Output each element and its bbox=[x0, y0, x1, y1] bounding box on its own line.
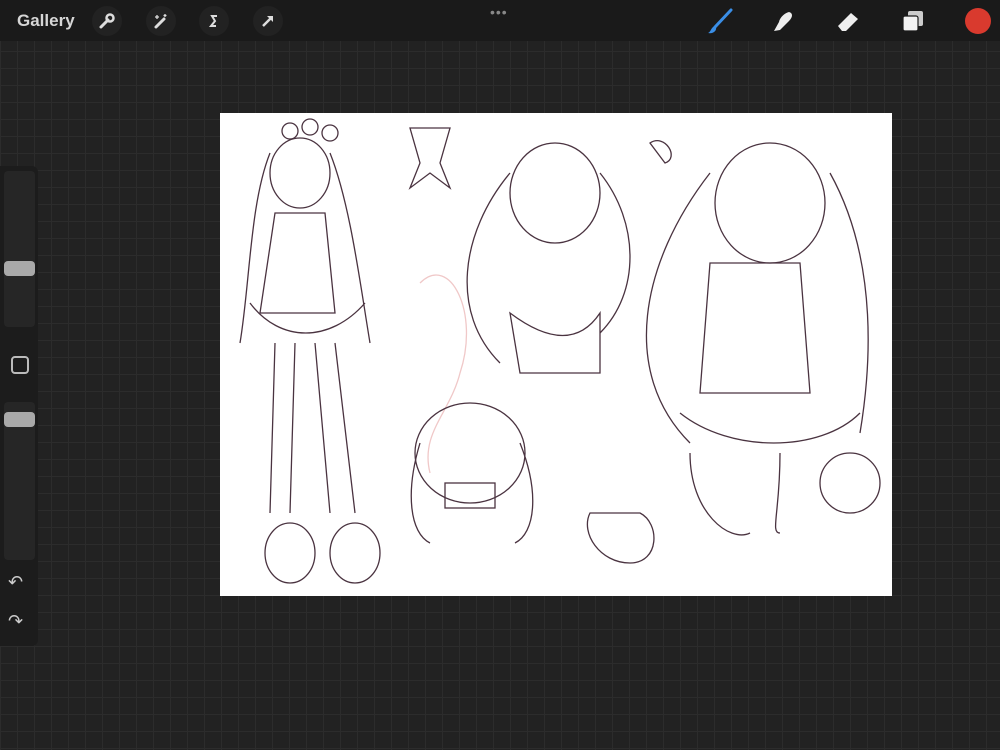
brush-icon[interactable] bbox=[704, 6, 734, 36]
smudge-icon[interactable] bbox=[768, 6, 798, 36]
top-toolbar: Gallery ••• bbox=[0, 0, 1000, 41]
gallery-button[interactable]: Gallery bbox=[17, 11, 75, 31]
brush-size-thumb[interactable] bbox=[4, 261, 35, 277]
sidebar: ↶ ↷ bbox=[0, 166, 38, 646]
bust-character-sketch bbox=[408, 127, 631, 374]
actions-wrench-icon[interactable] bbox=[92, 6, 122, 36]
brush-size-slider[interactable] bbox=[4, 171, 35, 327]
drawing-canvas[interactable] bbox=[220, 113, 892, 596]
layers-icon[interactable] bbox=[898, 6, 928, 36]
redo-icon[interactable]: ↷ bbox=[8, 611, 23, 632]
eraser-icon[interactable] bbox=[833, 6, 863, 36]
undo-icon[interactable]: ↶ bbox=[8, 572, 23, 593]
more-options-button[interactable]: ••• bbox=[490, 4, 508, 20]
full-body-character-sketch bbox=[239, 118, 381, 584]
opacity-thumb[interactable] bbox=[4, 412, 35, 427]
large-character-sketch bbox=[645, 140, 881, 536]
sketch-artwork bbox=[239, 118, 881, 584]
modify-button[interactable] bbox=[11, 356, 29, 374]
adjustments-magic-wand-icon[interactable] bbox=[146, 6, 176, 36]
selection-icon[interactable] bbox=[199, 6, 229, 36]
opacity-slider[interactable] bbox=[4, 402, 35, 560]
transform-arrow-icon[interactable] bbox=[253, 6, 283, 36]
chibi-character-sketch bbox=[410, 402, 655, 564]
color-picker-button[interactable] bbox=[965, 8, 991, 34]
